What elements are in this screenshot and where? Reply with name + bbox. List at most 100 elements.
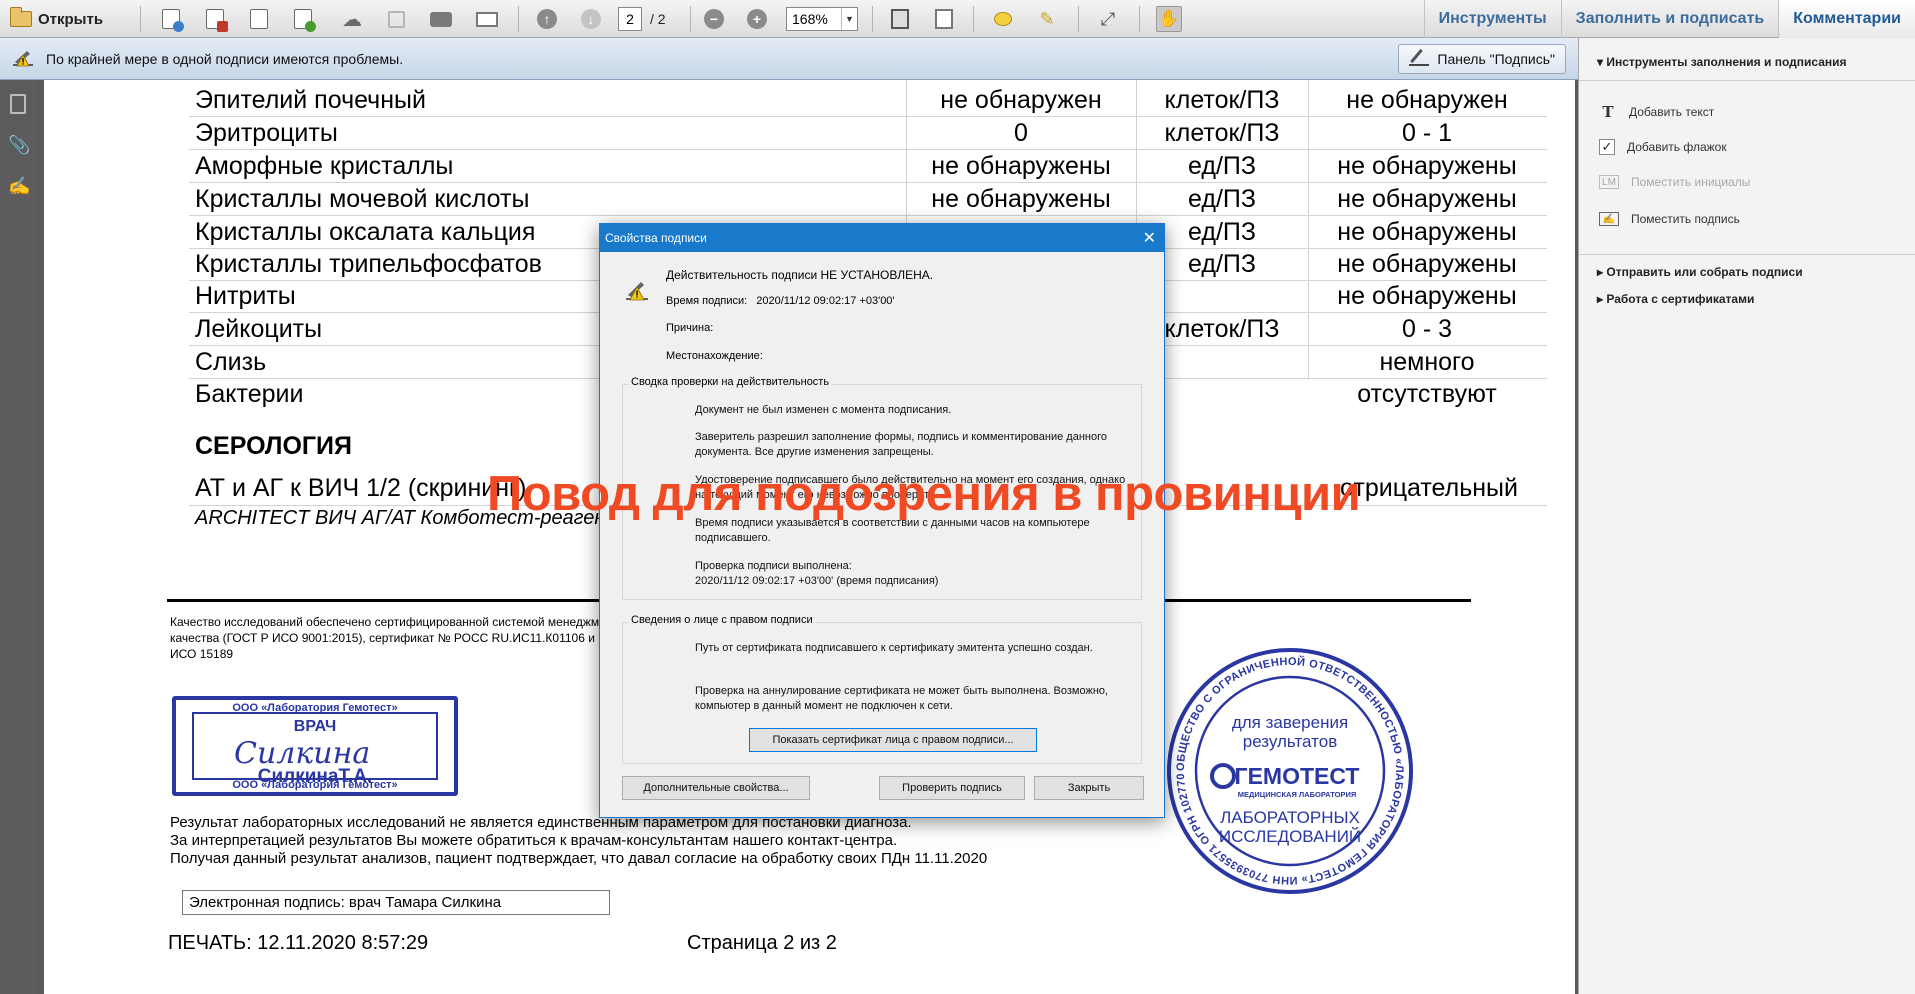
page-indicator: Страница 2 из 2 bbox=[687, 932, 837, 954]
tab-fill-sign[interactable]: Заполнить и подписать bbox=[1560, 0, 1779, 38]
panel-header-label: Инструменты заполнения и подписания bbox=[1606, 55, 1847, 69]
print-button[interactable] bbox=[428, 6, 454, 32]
dialog-title: Свойства подписи bbox=[605, 231, 707, 245]
email-button[interactable] bbox=[474, 6, 500, 32]
test-result: 0 bbox=[1014, 119, 1028, 147]
comment-button[interactable] bbox=[990, 6, 1016, 32]
send-collect-signatures-group[interactable]: ▸ Отправить или собрать подписи bbox=[1597, 265, 1803, 279]
separator bbox=[1139, 6, 1140, 32]
test-unit: ед/ПЗ bbox=[1188, 185, 1256, 213]
verification-label: Проверка подписи выполнена: bbox=[695, 560, 852, 572]
signing-time-label: Время подписи: bbox=[666, 295, 748, 307]
test-name: Эпителий почечный bbox=[195, 86, 426, 114]
doctor-stamp: ООО «Лаборатория Гемотест» ООО «Лаборато… bbox=[172, 696, 458, 796]
table-row: Кристаллы мочевой кислоты не обнаружены … bbox=[44, 183, 1547, 216]
test-norm: отсутствуют bbox=[1357, 380, 1497, 408]
page-number-input[interactable]: 2 bbox=[618, 7, 642, 31]
place-signature-tool[interactable]: ✍ Поместить подпись bbox=[1599, 212, 1740, 226]
summary-text: Заверитель разрешил заполнение формы, по… bbox=[695, 431, 1107, 458]
signature-panel-button[interactable]: Панель "Подпись" bbox=[1398, 44, 1566, 74]
page-thumbnails-button[interactable] bbox=[8, 94, 28, 116]
tool-label: Добавить текст bbox=[1629, 105, 1715, 119]
open-label: Открыть bbox=[38, 10, 104, 28]
zoom-in-button[interactable]: + bbox=[744, 6, 770, 32]
fullscreen-button[interactable]: ⤢ bbox=[1095, 6, 1121, 32]
dialog-title-bar: Свойства подписи ✕ bbox=[600, 224, 1164, 252]
highlight-button[interactable]: ✎ bbox=[1034, 6, 1060, 32]
fill-sign-panel: ▾ Инструменты заполнения и подписания T … bbox=[1578, 38, 1915, 994]
combine-button[interactable] bbox=[290, 6, 316, 32]
pages-icon bbox=[10, 94, 26, 114]
zoom-out-button[interactable]: − bbox=[701, 6, 727, 32]
warning-signature-icon bbox=[13, 51, 33, 67]
prev-page-button[interactable]: ↑ bbox=[534, 6, 560, 32]
test-name: Аморфные кристаллы bbox=[195, 152, 454, 180]
tool-label: Поместить инициалы bbox=[1631, 175, 1751, 189]
fit-page-button[interactable] bbox=[887, 6, 913, 32]
fit-width-icon bbox=[935, 9, 953, 29]
plus-icon: + bbox=[747, 9, 767, 29]
open-button[interactable]: Открыть bbox=[10, 6, 103, 32]
arrow-down-icon: ↓ bbox=[581, 9, 601, 29]
edit-button[interactable] bbox=[246, 6, 272, 32]
zoom-select[interactable]: 168% ▼ bbox=[786, 7, 858, 31]
create-pdf-button[interactable] bbox=[158, 6, 184, 32]
stamp-line: ИССЛЕДОВАНИЙ bbox=[1219, 827, 1361, 846]
divider bbox=[1579, 80, 1915, 81]
lab-round-stamp: ОБЩЕСТВО С ОГРАНИЧЕННОЙ ОТВЕТСТВЕННОСТЬЮ… bbox=[1165, 646, 1413, 894]
stamp-title: ВРАЧ bbox=[293, 718, 337, 735]
stamp-top-text: ООО «Лаборатория Гемотест» bbox=[232, 702, 398, 714]
test-name: Кристаллы оксалата кальция bbox=[195, 218, 536, 246]
certificates-group[interactable]: ▸ Работа с сертификатами bbox=[1597, 292, 1754, 306]
upload-button[interactable]: ☁ bbox=[339, 6, 365, 32]
stamp-line: ЛАБОРАТОРНЫХ bbox=[1220, 808, 1360, 827]
group-title: Сводка проверки на действительность bbox=[629, 376, 832, 388]
checkmark-icon: ✓ bbox=[1599, 139, 1615, 155]
next-page-button[interactable]: ↓ bbox=[578, 6, 604, 32]
create-pdf-icon bbox=[162, 9, 184, 32]
verify-signature-button[interactable]: Проверить подпись bbox=[879, 776, 1025, 800]
test-result: не обнаружены bbox=[931, 185, 1111, 213]
place-initials-tool[interactable]: LM Поместить инициалы bbox=[1599, 175, 1750, 189]
close-icon[interactable]: ✕ bbox=[1143, 228, 1156, 248]
test-unit: ед/ПЗ bbox=[1188, 152, 1256, 180]
tab-tools[interactable]: Инструменты bbox=[1423, 0, 1561, 38]
chevron-down-icon: ▾ bbox=[1597, 55, 1607, 69]
minus-icon: − bbox=[704, 9, 724, 29]
show-certificate-button[interactable]: Показать сертификат лица с правом подпис… bbox=[749, 728, 1037, 752]
cloud-upload-icon: ☁ bbox=[342, 8, 362, 31]
hand-tool-button[interactable]: ✋ bbox=[1156, 6, 1182, 32]
test-norm: не обнаружены bbox=[1337, 185, 1517, 213]
folder-icon bbox=[10, 7, 32, 27]
signature-icon: ✍ bbox=[8, 176, 31, 196]
close-button[interactable]: Закрыть bbox=[1034, 776, 1144, 800]
table-row: Аморфные кристаллы не обнаружены ед/ПЗ н… bbox=[44, 150, 1547, 183]
signatures-button[interactable]: ✍ bbox=[8, 176, 31, 198]
add-checkmark-tool[interactable]: ✓ Добавить флажок bbox=[1599, 139, 1727, 155]
panel-header[interactable]: ▾ Инструменты заполнения и подписания bbox=[1597, 55, 1847, 69]
signature-panel-label: Панель "Подпись" bbox=[1437, 51, 1555, 67]
chevron-right-icon: ▸ bbox=[1597, 265, 1607, 279]
stamp-brand-sub: МЕДИЦИНСКАЯ ЛАБОРАТОРИЯ bbox=[1238, 790, 1356, 799]
export-pdf-button[interactable] bbox=[202, 6, 228, 32]
tab-comments[interactable]: Комментарии bbox=[1778, 0, 1915, 38]
electronic-signature-field[interactable]: Электронная подпись: врач Тамара Силкина bbox=[182, 890, 610, 915]
group-label: Работа с сертификатами bbox=[1606, 292, 1755, 306]
add-text-tool[interactable]: T Добавить текст bbox=[1599, 103, 1714, 121]
table-row: Эритроциты 0 клеток/ПЗ 0 - 1 bbox=[44, 117, 1547, 150]
group-title: Сведения о лице с правом подписи bbox=[629, 614, 815, 626]
highlighter-icon: ✎ bbox=[1039, 8, 1055, 29]
test-name: Кристаллы мочевой кислоты bbox=[195, 185, 530, 213]
fit-width-button[interactable] bbox=[931, 6, 957, 32]
attachments-button[interactable]: 📎 bbox=[8, 135, 30, 157]
disclaimer-line: За интерпретацией результатов Вы можете … bbox=[170, 832, 898, 849]
test-norm: не обнаружены bbox=[1337, 218, 1517, 246]
signature-warning-bar: По крайней мере в одной подписи имеются … bbox=[0, 38, 1578, 80]
stamp-doctor-name: СилкинаТ.А. bbox=[257, 766, 373, 787]
disclaimer-text: Результат лабораторных исследований не я… bbox=[170, 814, 987, 868]
separator bbox=[872, 6, 873, 32]
save-button[interactable] bbox=[383, 6, 409, 32]
test-norm: не обнаружен bbox=[1346, 86, 1508, 114]
signing-time-value: 2020/11/12 09:02:17 +03'00' bbox=[756, 295, 895, 307]
advanced-properties-button[interactable]: Дополнительные свойства... bbox=[622, 776, 810, 800]
